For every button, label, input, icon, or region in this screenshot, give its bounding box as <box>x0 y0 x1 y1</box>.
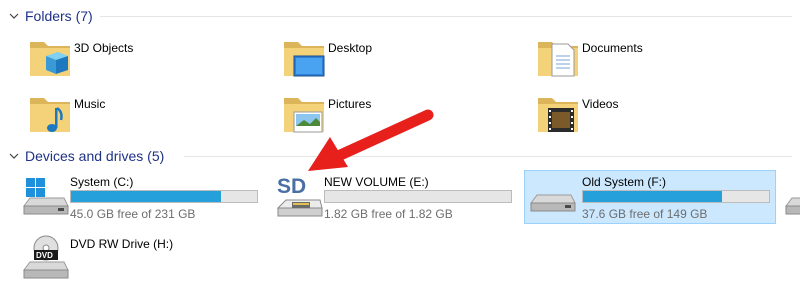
documents-folder-icon <box>538 42 578 77</box>
folder-documents[interactable]: Documents <box>534 34 774 84</box>
drive-partial-next[interactable] <box>784 172 800 226</box>
section-title: Devices and drives (5) <box>25 148 165 164</box>
section-title: Folders (7) <box>25 8 93 24</box>
svg-text:DVD: DVD <box>36 251 53 260</box>
folder-name: Videos <box>582 97 619 111</box>
drive-name: DVD RW Drive (H:) <box>70 237 174 251</box>
section-divider <box>184 156 792 157</box>
folder-name: 3D Objects <box>74 41 134 55</box>
drive-new-volume-e[interactable]: SD NEW VOLUME (E:) 1.82 GB free of 1.82 … <box>276 172 520 226</box>
videos-folder-icon <box>538 98 578 132</box>
free-space-text: 1.82 GB free of 1.82 GB <box>324 207 453 221</box>
folder-music[interactable]: Music <box>26 90 266 140</box>
folder-name: Music <box>74 97 106 111</box>
sd-card-icon: SD <box>276 175 323 217</box>
drive-dvd-h[interactable]: DVD DVD RW Drive (H:) <box>22 234 266 288</box>
folder-videos[interactable]: Videos <box>534 90 774 140</box>
dvd-drive-icon: DVD <box>23 235 69 279</box>
drive-old-system-f[interactable]: Old System (F:) 37.6 GB free of 149 GB <box>524 170 776 224</box>
capacity-bar-fill <box>583 191 723 202</box>
folder-name: Desktop <box>328 41 373 55</box>
drive-system-c[interactable]: System (C:) 45.0 GB free of 231 GB <box>22 172 266 226</box>
folder-name: Documents <box>582 41 643 55</box>
3d-objects-folder-icon <box>30 42 70 76</box>
free-space-text: 45.0 GB free of 231 GB <box>70 207 196 221</box>
windows-drive-icon <box>23 178 69 215</box>
svg-text:SD: SD <box>277 175 306 198</box>
capacity-bar <box>582 190 770 203</box>
desktop-folder-icon <box>284 42 325 77</box>
hard-drive-icon <box>785 197 800 215</box>
folder-3d-objects[interactable]: 3D Objects <box>26 34 266 84</box>
music-folder-icon <box>30 98 70 132</box>
drive-name: Old System (F:) <box>582 175 667 189</box>
free-space-text: 37.6 GB free of 149 GB <box>582 207 708 221</box>
capacity-bar-fill <box>71 191 221 202</box>
capacity-bar <box>324 190 512 203</box>
capacity-bar <box>70 190 258 203</box>
hard-drive-icon <box>530 194 576 212</box>
folder-desktop[interactable]: Desktop <box>280 34 520 84</box>
drive-name: NEW VOLUME (E:) <box>324 175 429 189</box>
chevron-down-icon[interactable] <box>8 10 20 22</box>
drive-name: System (C:) <box>70 175 134 189</box>
chevron-down-icon[interactable] <box>8 150 20 162</box>
folders-section-header[interactable]: Folders (7) <box>8 6 792 26</box>
annotation-arrow-icon <box>308 109 434 171</box>
section-divider <box>100 16 792 17</box>
